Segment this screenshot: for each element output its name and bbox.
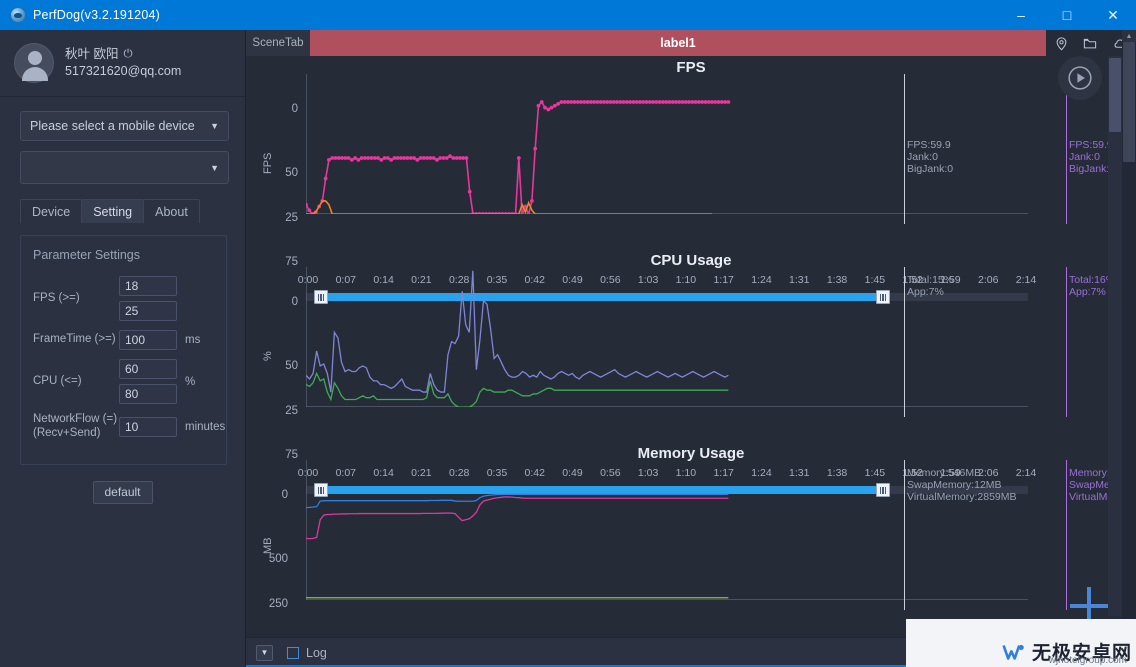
tab-about[interactable]: About [143, 199, 200, 223]
cpu-min-input[interactable]: 60 [119, 359, 177, 379]
setting-row-fps: FPS (>=) 18 25 [33, 276, 216, 321]
chart-memory-annotation-left: Memory:546MB SwapMemory:12MB VirtualMemory… [907, 467, 1017, 504]
setting-row-cpu: CPU (<=) 60 80 % [33, 359, 216, 404]
watermark: 无极安卓网 wjhotelgroup.com [1001, 638, 1132, 666]
cpu-unit: % [185, 375, 196, 388]
tab-setting[interactable]: Setting [81, 199, 145, 223]
chart-fps-annotation-left: FPS:59.9 Jank:0 BigJank:0 [907, 139, 954, 176]
chart-memory-ytick-0: 0 [281, 489, 288, 501]
perfdog-window: PerfDog(v3.2.191204) – □ ✕ 秋叶 欧阳 ⏻ 51732… [0, 0, 1136, 667]
setting-label-cpu: CPU (<=) [33, 374, 82, 387]
fps-max-input[interactable]: 25 [119, 301, 177, 321]
watermark-logo-icon [1001, 639, 1027, 665]
chart-cpu-ytick-1: 25 [285, 405, 298, 417]
sidebar-divider [0, 96, 245, 97]
chart-fps-ytick-0: 0 [291, 103, 298, 115]
chart-cpu-ytick-2: 50 [285, 360, 298, 372]
user-name: 秋叶 欧阳 [65, 47, 119, 62]
chart-cpu-cursor-b[interactable] [1066, 267, 1067, 417]
setting-label-fps: FPS (>=) [33, 291, 80, 304]
chart-fps-cursor-a[interactable] [904, 74, 905, 224]
networkflow-unit: minutes [185, 420, 226, 433]
main-area: SceneTab label1 FPS FPS 0 25 50 75 FPS:5… [246, 30, 1136, 667]
scroll-up-arrow[interactable]: ▲ [1122, 30, 1136, 42]
title-bar: PerfDog(v3.2.191204) – □ ✕ [0, 0, 1136, 30]
chart-memory: Memory Usage MB 0 250 500 750 Memory:546… [246, 442, 1136, 667]
scene-tab[interactable]: SceneTab [246, 30, 310, 56]
sidebar-tabs: Device Setting About [20, 198, 245, 223]
folder-icon[interactable] [1082, 36, 1098, 51]
user-email: 517321620@qq.com [65, 64, 182, 78]
location-icon[interactable] [1054, 36, 1069, 51]
watermark-subtext: wjhotelgroup.com [1048, 655, 1127, 666]
default-button[interactable]: default [92, 480, 153, 504]
chart-memory-ylabel: MB [262, 537, 274, 555]
expand-log-button[interactable]: ▼ [256, 644, 273, 661]
device-select-value: Please select a mobile device [30, 119, 195, 133]
minimize-button[interactable]: – [998, 0, 1044, 30]
chart-memory-ytick-2: 500 [268, 553, 288, 565]
sidebar: 秋叶 欧阳 ⏻ 517321620@qq.com Please select a… [0, 30, 246, 667]
window-controls: – □ ✕ [998, 0, 1136, 30]
outer-scrollbar-thumb[interactable] [1123, 42, 1135, 162]
user-name-row: 秋叶 欧阳 ⏻ [65, 46, 181, 63]
chart-cpu-ytick-0: 0 [291, 296, 298, 308]
window-title: PerfDog(v3.2.191204) [33, 8, 160, 22]
scene-bar: SceneTab label1 [246, 30, 1136, 56]
label-bar[interactable]: label1 [310, 30, 1046, 56]
chart-cpu: CPU Usage % 0 25 50 75 Total:15% App:7% T… [246, 249, 1136, 497]
log-checkbox[interactable] [287, 646, 299, 659]
close-button[interactable]: ✕ [1090, 0, 1136, 30]
setting-row-networkflow: NetworkFlow (=) (Recv+Send) 10 minutes [33, 413, 225, 441]
inner-scrollbar[interactable] [1108, 56, 1122, 616]
avatar[interactable] [14, 43, 54, 83]
chevron-down-icon-2: ▼ [210, 162, 219, 173]
parameter-settings-title: Parameter Settings [33, 248, 140, 262]
tab-device[interactable]: Device [20, 199, 83, 223]
chart-memory-cursor-a[interactable] [904, 460, 905, 610]
chevron-down-icon: ▼ [210, 121, 219, 131]
chart-fps-cursor-b[interactable] [1066, 74, 1067, 224]
frametime-input[interactable]: 100 [119, 330, 177, 350]
user-profile: 秋叶 欧阳 ⏻ 517321620@qq.com [0, 30, 245, 96]
device-select[interactable]: Please select a mobile device ▼ [20, 111, 229, 141]
setting-label-frametime: FrameTime (>=) [33, 333, 116, 346]
maximize-button[interactable]: □ [1044, 0, 1090, 30]
frametime-unit: ms [185, 334, 201, 346]
inner-scrollbar-thumb[interactable] [1109, 58, 1121, 132]
app-logo-icon [10, 7, 26, 23]
setting-label-networkflow: NetworkFlow (=) (Recv+Send) [33, 413, 118, 439]
setting-row-frametime: FrameTime (>=) 100 ms [33, 330, 216, 350]
networkflow-input[interactable]: 10 [119, 416, 177, 437]
chart-cpu-cursor-a[interactable] [904, 267, 905, 417]
chart-memory-ytick-1: 250 [268, 598, 288, 610]
chart-cpu-annotation-left: Total:15% App:7% [907, 274, 954, 299]
power-icon[interactable]: ⏻ [123, 47, 132, 63]
outer-scrollbar[interactable]: ▲ [1122, 30, 1136, 667]
chart-fps-ytick-2: 50 [285, 167, 298, 179]
log-label: Log [306, 645, 327, 660]
parameter-settings-panel: Parameter Settings FPS (>=) 18 25 FrameT… [20, 235, 227, 465]
process-select[interactable]: ▼ [20, 151, 229, 184]
charts-container: FPS FPS 0 25 50 75 FPS:59.9 Jank:0 BigJank… [246, 56, 1136, 667]
fps-min-input[interactable]: 18 [119, 276, 177, 296]
chart-memory-cursor-b[interactable] [1066, 460, 1067, 610]
cpu-max-input[interactable]: 80 [119, 384, 177, 404]
chart-fps: FPS FPS 0 25 50 75 FPS:59.9 Jank:0 BigJank… [246, 56, 1136, 304]
chart-fps-ytick-1: 25 [285, 212, 298, 224]
play-button[interactable] [1058, 56, 1102, 100]
